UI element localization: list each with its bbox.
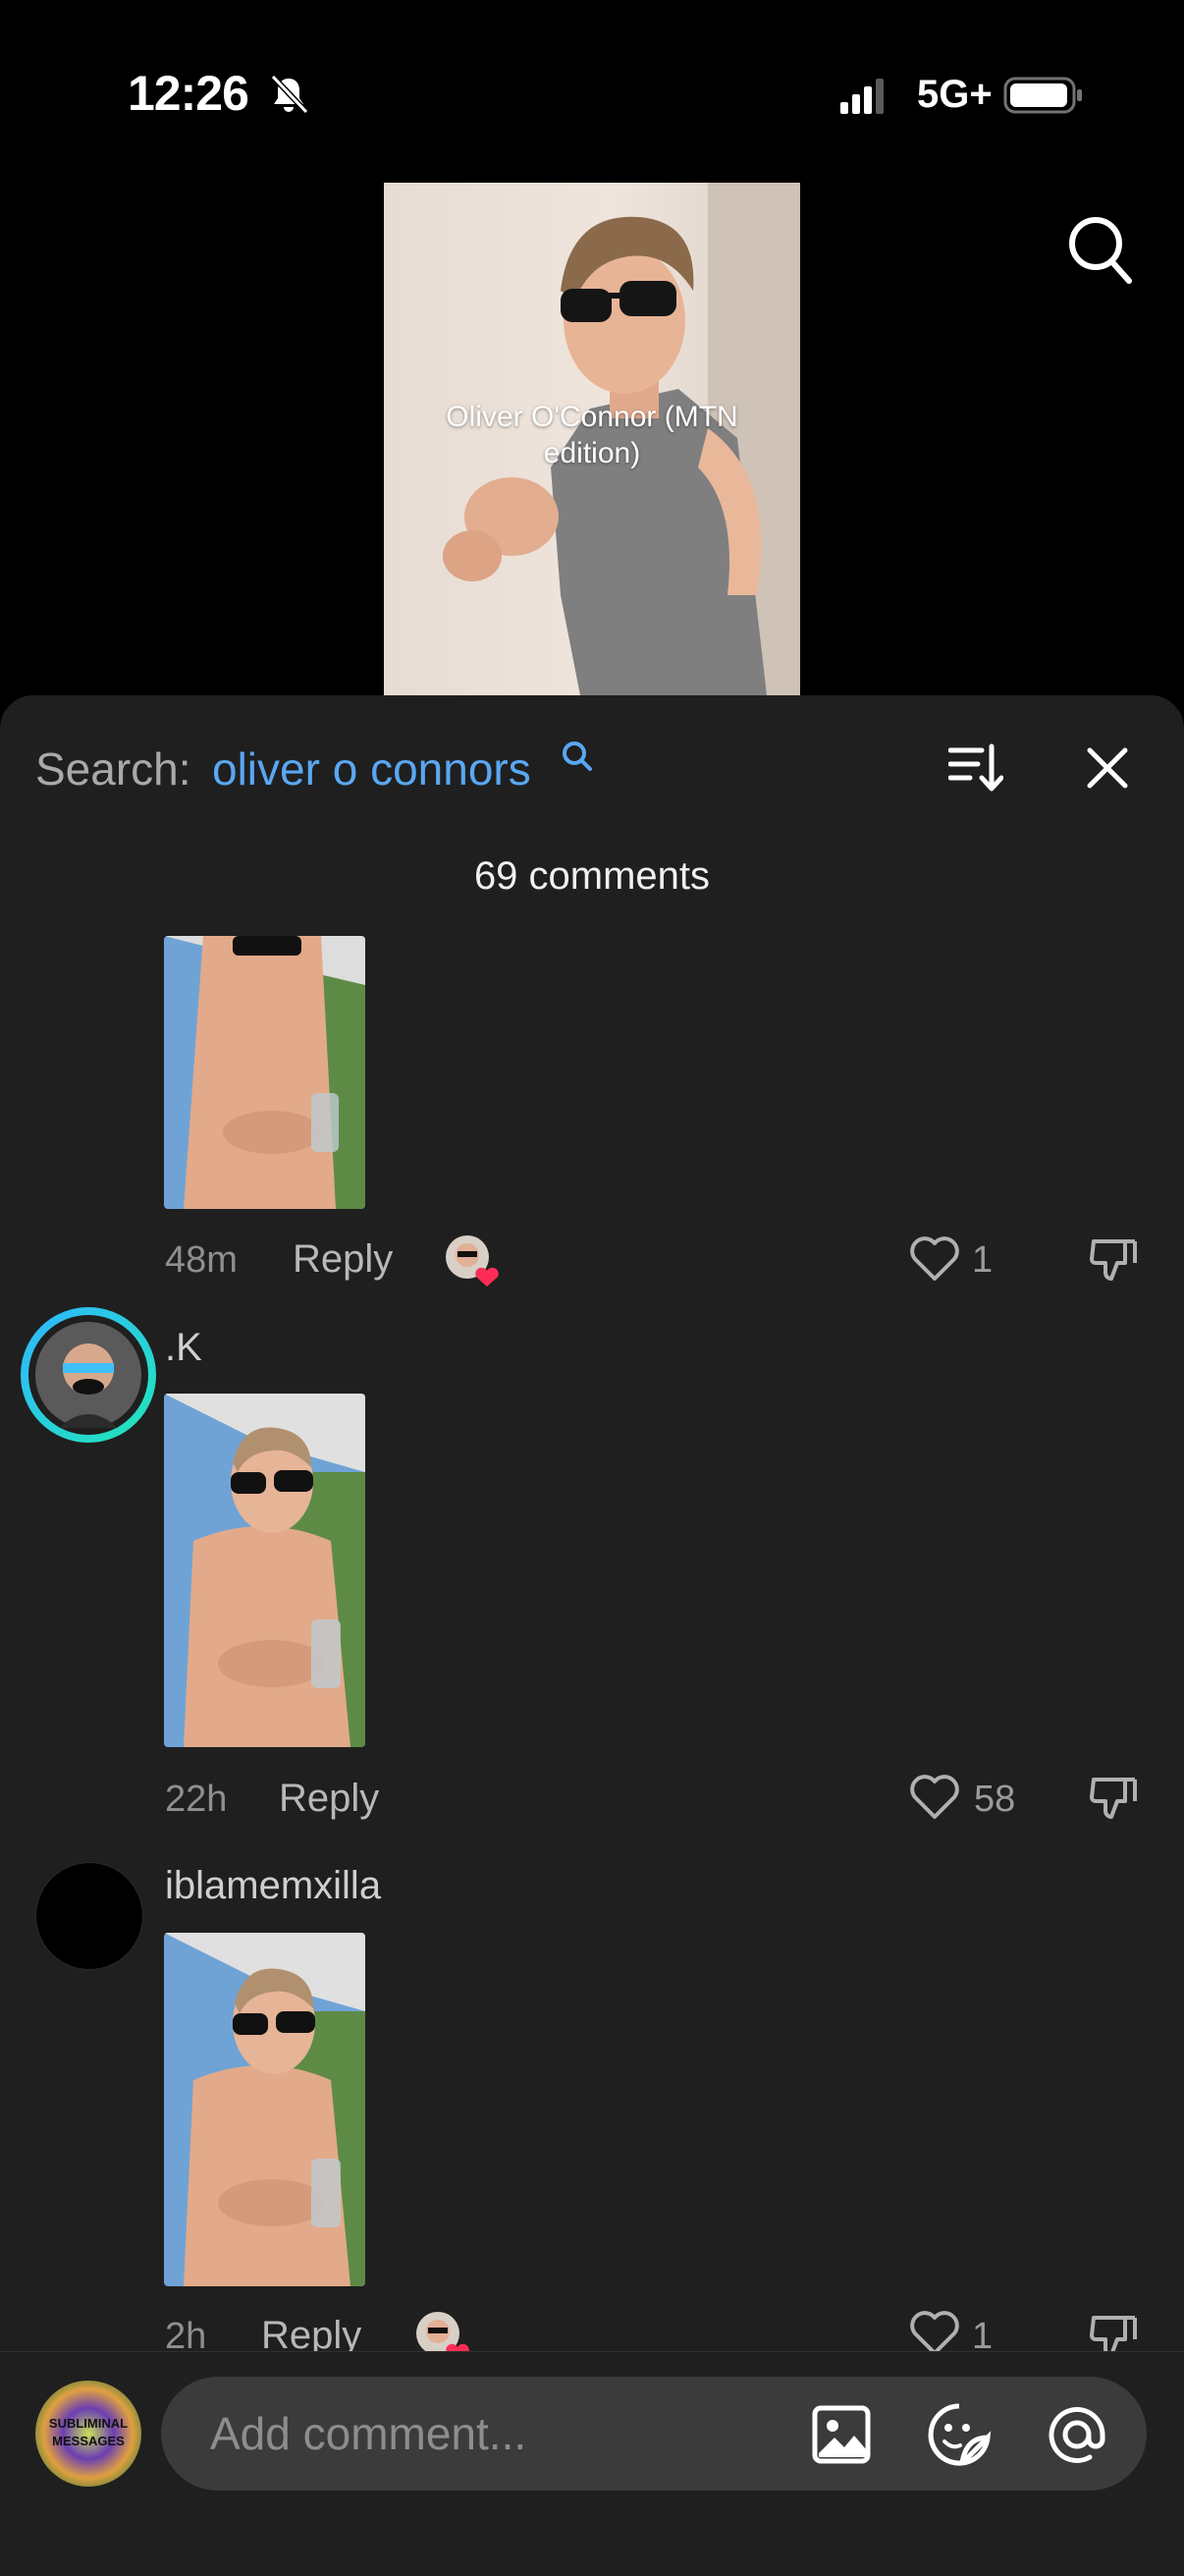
dislike-icon[interactable]: [1088, 1233, 1139, 1285]
comment-input-placeholder: Add comment...: [210, 2408, 527, 2459]
avatar[interactable]: [35, 1862, 143, 1970]
user-avatar[interactable]: SUBLIMINAL MESSAGES: [35, 2381, 141, 2487]
search-label: Search:: [35, 743, 191, 795]
dislike-icon[interactable]: [1088, 2310, 1139, 2351]
comment-image[interactable]: [164, 1933, 365, 2286]
creator-liked-avatar: [444, 1233, 499, 1288]
bell-muted-icon: [270, 74, 309, 115]
search-query-link[interactable]: oliver o connors: [212, 742, 531, 795]
network-type: 5G+: [917, 73, 993, 116]
comment-time: 22h: [165, 1779, 228, 1820]
heart-icon[interactable]: [909, 1235, 960, 1283]
like-count: 1: [972, 1239, 994, 1281]
dislike-icon[interactable]: [1088, 1772, 1139, 1823]
image-icon[interactable]: [811, 2404, 872, 2465]
close-icon[interactable]: [1084, 744, 1131, 792]
cell-signal-icon: [840, 79, 884, 114]
comment-count: 69 comments: [473, 854, 711, 898]
comment-time: 48m: [165, 1239, 238, 1281]
comment-image[interactable]: [164, 1394, 365, 1747]
comment-username[interactable]: .K: [165, 1326, 202, 1370]
comment-username[interactable]: iblamemxilla: [165, 1864, 381, 1908]
mention-icon[interactable]: [1045, 2402, 1109, 2467]
video-caption: Oliver O'Connor (MTN edition): [446, 401, 738, 469]
reply-button[interactable]: Reply: [293, 1237, 393, 1282]
avatar[interactable]: [20, 1306, 157, 1444]
search-small-icon: [563, 741, 592, 771]
video-preview[interactable]: Oliver O'Connor (MTN edition): [384, 183, 800, 695]
avatar-text: SUBLIMINAL: [49, 2416, 128, 2431]
svg-text:MESSAGES: MESSAGES: [52, 2434, 125, 2448]
reply-button[interactable]: Reply: [279, 1777, 379, 1821]
search-icon[interactable]: [1066, 214, 1133, 285]
like-count: 58: [974, 1779, 1016, 1820]
sort-icon[interactable]: [948, 742, 1003, 794]
heart-icon[interactable]: [909, 2310, 960, 2351]
creator-liked-avatar: [414, 2310, 469, 2355]
comment-image[interactable]: [164, 936, 365, 1209]
heart-icon[interactable]: [909, 1774, 960, 1821]
status-time: 12:26: [128, 66, 249, 121]
battery-icon: [1003, 77, 1082, 114]
sticker-icon[interactable]: [927, 2402, 992, 2467]
